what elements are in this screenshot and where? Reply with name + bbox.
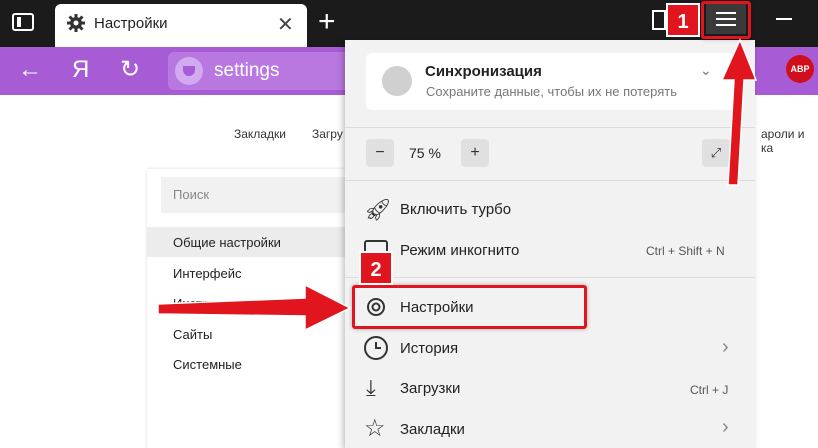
arrow-to-settings [157,283,352,332]
arrow-to-menu-button [720,38,758,186]
annotation-arrows [157,38,758,332]
